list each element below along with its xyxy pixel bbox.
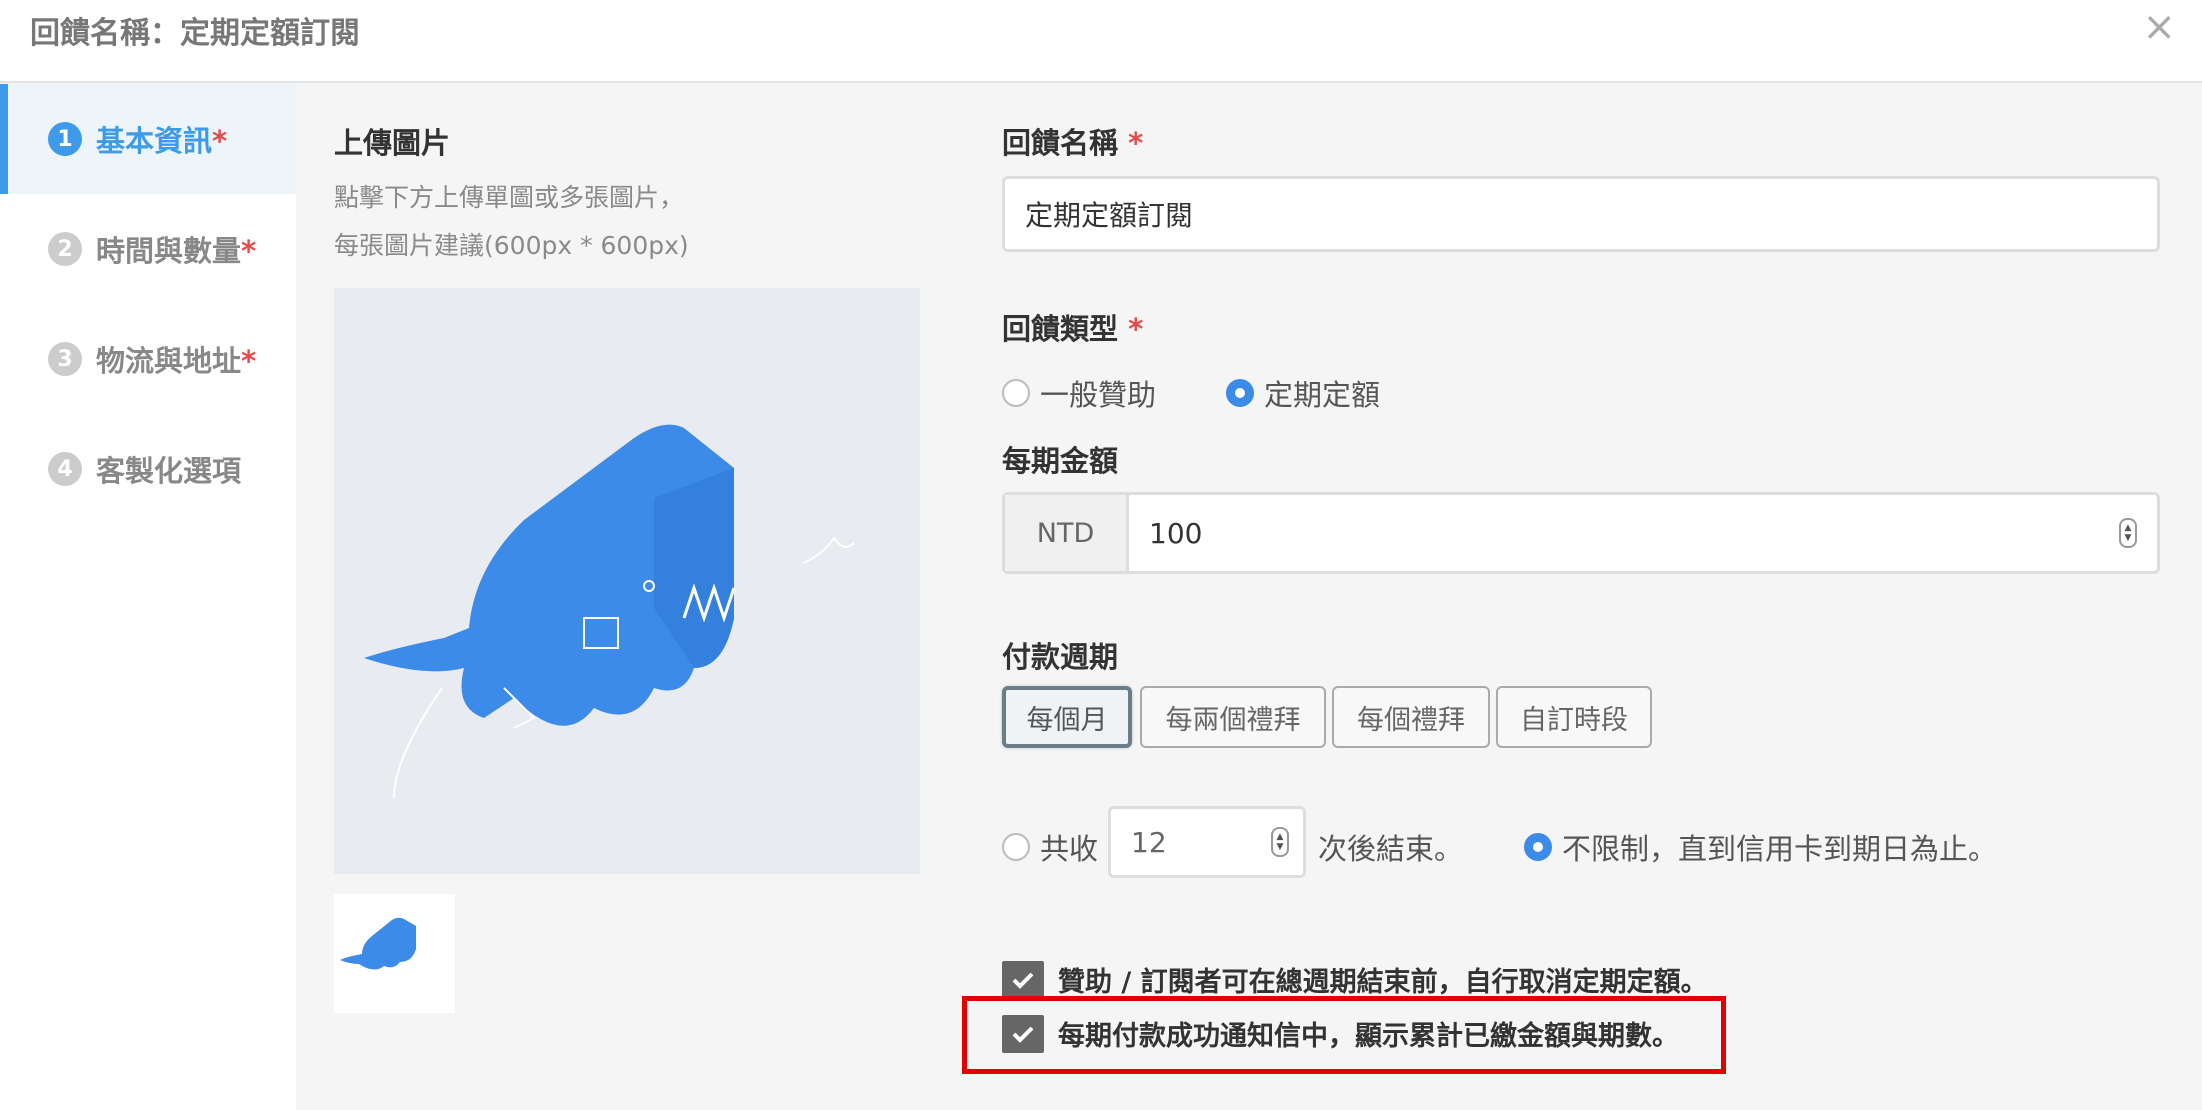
step-number: 3 bbox=[48, 342, 82, 376]
end-count-value: 12 bbox=[1131, 825, 1167, 859]
currency-addon: NTD bbox=[1005, 495, 1129, 571]
unlimited-label: 不限制，直到信用卡到期日為止。 bbox=[1562, 832, 1998, 866]
step-label: 時間與數量* bbox=[96, 234, 257, 268]
modal-title: 回饋名稱：定期定額訂閱 bbox=[30, 16, 360, 51]
modal-header: 回饋名稱：定期定額訂閱 × bbox=[0, 0, 2202, 83]
reward-type-label: 回饋類型 * bbox=[1002, 312, 1144, 346]
whale-icon bbox=[364, 424, 855, 799]
step-custom-options[interactable]: 4 客製化選項 bbox=[0, 414, 296, 524]
type-option-general[interactable]: 一般贊助 bbox=[1002, 372, 1156, 414]
upload-hint-line1: 點擊下方上傳單圖或多張圖片， bbox=[334, 183, 685, 212]
upload-title: 上傳圖片 bbox=[334, 126, 451, 160]
allow-cancel-label: 贊助 / 訂閱者可在總週期結束前，自行取消定期定額。 bbox=[1058, 967, 1708, 998]
end-suffix-text: 次後結束。 bbox=[1318, 832, 1464, 866]
upload-hint-line2: 每張圖片建議(600px * 600px) bbox=[334, 231, 689, 260]
step-label: 物流與地址* bbox=[96, 344, 257, 378]
end-prefix: 共收 bbox=[1040, 832, 1099, 866]
image-thumbnail[interactable] bbox=[334, 894, 455, 1013]
close-icon[interactable]: × bbox=[2142, 4, 2176, 50]
type-option-recurring[interactable]: 定期定額 bbox=[1226, 372, 1380, 414]
number-spinner-icon[interactable]: ▲ ▼ bbox=[2119, 518, 2137, 548]
cycle-label: 付款週期 bbox=[1002, 640, 1119, 674]
amount-input[interactable]: 100 bbox=[1129, 495, 2119, 571]
cycle-weekly-button[interactable]: 每個禮拜 bbox=[1332, 686, 1490, 748]
reward-modal: 回饋名稱：定期定額訂閱 × 1 基本資訊* 2 時間與數量* 3 物流與地址* … bbox=[0, 0, 2202, 1110]
step-time-quantity[interactable]: 2 時間與數量* bbox=[0, 194, 296, 304]
amount-label: 每期金額 bbox=[1002, 444, 1119, 478]
step-number: 2 bbox=[48, 232, 82, 266]
type-option-label: 一般贊助 bbox=[1040, 378, 1157, 412]
cycle-monthly-button[interactable]: 每個月 bbox=[1002, 686, 1132, 748]
radio-unchecked[interactable] bbox=[1002, 379, 1030, 407]
step-logistics-address[interactable]: 3 物流與地址* bbox=[0, 304, 296, 414]
end-count-input[interactable]: 12 ▲ ▼ bbox=[1108, 806, 1306, 878]
step-label: 客製化選項 bbox=[96, 454, 242, 488]
step-basic-info[interactable]: 1 基本資訊* bbox=[0, 84, 296, 194]
end-after-count-option[interactable]: 共收 bbox=[1002, 826, 1098, 868]
cycle-biweekly-button[interactable]: 每兩個禮拜 bbox=[1140, 686, 1326, 748]
number-spinner-icon[interactable]: ▲ ▼ bbox=[1271, 827, 1289, 857]
radio-unchecked[interactable] bbox=[1002, 833, 1030, 861]
radio-checked[interactable] bbox=[1524, 833, 1552, 861]
radio-checked[interactable] bbox=[1226, 379, 1254, 407]
cycle-custom-button[interactable]: 自訂時段 bbox=[1496, 686, 1652, 748]
checkbox-checked-icon[interactable] bbox=[1002, 960, 1044, 999]
amount-input-group: NTD 100 ▲ ▼ bbox=[1002, 492, 2160, 574]
step-number: 4 bbox=[48, 452, 82, 486]
upload-image-area[interactable] bbox=[334, 288, 920, 874]
steps-sidebar: 1 基本資訊* 2 時間與數量* 3 物流與地址* 4 客製化選項 bbox=[0, 84, 296, 1110]
type-option-label: 定期定額 bbox=[1264, 378, 1381, 412]
allow-cancel-checkbox-row[interactable]: 贊助 / 訂閱者可在總週期結束前，自行取消定期定額。 bbox=[1002, 960, 1708, 999]
whale-thumbnail-icon bbox=[340, 917, 416, 970]
step-label: 基本資訊* bbox=[96, 124, 228, 158]
step-number: 1 bbox=[48, 122, 82, 156]
unlimited-option[interactable]: 不限制，直到信用卡到期日為止。 bbox=[1524, 826, 1997, 868]
reward-name-input[interactable]: 定期定額訂閱 bbox=[1002, 176, 2160, 252]
highlight-annotation-box bbox=[962, 996, 1726, 1074]
reward-name-label: 回饋名稱 * bbox=[1002, 126, 1144, 160]
